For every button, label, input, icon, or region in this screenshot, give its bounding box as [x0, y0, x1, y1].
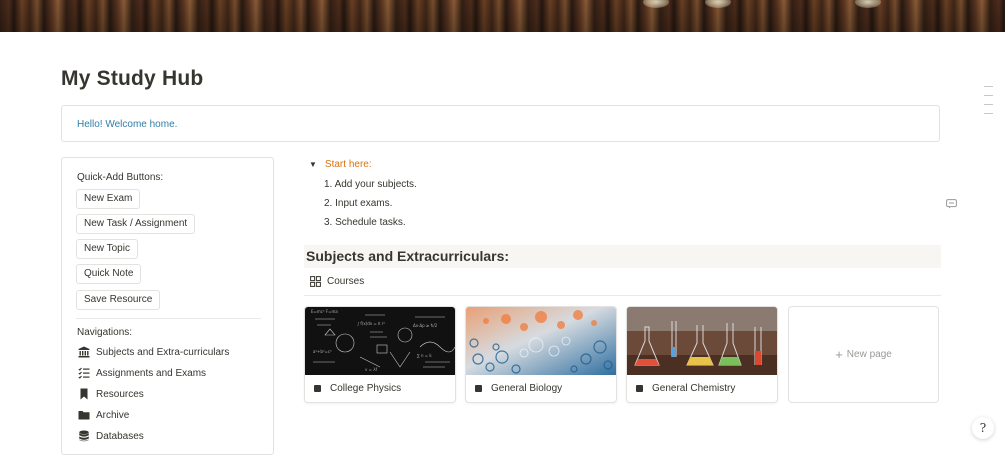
nav-databases-label: Databases — [96, 430, 144, 442]
panel-divider — [76, 318, 261, 319]
help-sigma-icon: ? — [979, 421, 987, 435]
card-title-text: College Physics — [330, 383, 402, 394]
step-item: 2. Input exams. — [324, 198, 393, 209]
save-resource-button[interactable]: Save Resource — [76, 290, 161, 310]
outline-marker[interactable] — [984, 113, 993, 114]
svg-text:v = λf: v = λf — [365, 367, 378, 372]
outline-marker[interactable] — [984, 95, 993, 96]
nav-resources-link[interactable]: Resources — [78, 386, 144, 402]
plus-icon: + — [835, 347, 843, 362]
new-page-card[interactable]: + New page — [788, 306, 939, 403]
new-topic-button[interactable]: New Topic — [76, 239, 138, 259]
new-task-button[interactable]: New Task / Assignment — [76, 214, 196, 234]
card-title-text: General Chemistry — [652, 383, 736, 394]
nav-subjects-link[interactable]: Subjects and Extra-curriculars — [78, 344, 229, 360]
cover-image — [0, 0, 1005, 32]
help-button[interactable]: ? — [972, 417, 994, 439]
page-icon — [475, 385, 482, 392]
card-title: General Biology — [475, 383, 562, 394]
nav-archive-label: Archive — [96, 409, 130, 421]
page-icon — [314, 385, 321, 392]
start-here-label: Start here: — [324, 159, 372, 170]
card-title-text: General Biology — [491, 383, 563, 394]
card-title: General Chemistry — [636, 383, 735, 394]
nav-assignments-label: Assignments and Exams — [96, 367, 207, 379]
courses-view-label: Courses — [327, 276, 365, 287]
nav-archive-link[interactable]: Archive — [78, 407, 129, 423]
welcome-callout: Hello! Welcome home. — [61, 105, 940, 142]
bookmark-icon — [80, 388, 88, 400]
biology-cover-image — [466, 307, 616, 375]
card-title: College Physics — [314, 383, 401, 394]
subjects-heading: Subjects and Extracurriculars: — [304, 245, 941, 268]
course-card-biology[interactable]: General Biology — [465, 306, 617, 403]
chemistry-cover-image — [627, 307, 777, 375]
svg-text:E=mc² F=ma: E=mc² F=ma — [311, 309, 338, 314]
database-icon — [79, 430, 89, 442]
gallery-grid-icon — [310, 276, 321, 287]
step-item: 3. Schedule tasks. — [324, 217, 406, 228]
start-here-toggle[interactable]: ▼ Start here: — [309, 159, 372, 170]
navigations-heading: Navigations: — [77, 327, 133, 338]
quick-add-panel: Quick-Add Buttons: New Exam New Task / A… — [61, 157, 274, 455]
institution-icon — [78, 346, 90, 358]
courses-view-tab[interactable]: Courses — [310, 276, 364, 287]
outline-marker[interactable] — [984, 86, 993, 87]
welcome-text: Hello! Welcome home. — [77, 119, 178, 130]
physics-cover-image: E=mc² F=ma ∫ f(x)dx = π r² Δx·Δp ≥ ħ/2 a… — [305, 307, 455, 375]
view-divider — [304, 295, 941, 296]
svg-text:∑ n = k: ∑ n = k — [417, 353, 432, 358]
quick-add-heading: Quick-Add Buttons: — [77, 172, 164, 183]
svg-text:∫ f(x)dx = π r²: ∫ f(x)dx = π r² — [357, 321, 385, 326]
nav-subjects-label: Subjects and Extra-curriculars — [96, 346, 230, 358]
nav-assignments-link[interactable]: Assignments and Exams — [78, 365, 206, 381]
svg-text:a²+b²=c²: a²+b²=c² — [313, 349, 332, 354]
course-card-chemistry[interactable]: General Chemistry — [626, 306, 778, 403]
new-exam-button[interactable]: New Exam — [76, 189, 141, 209]
new-page-label: New page — [846, 349, 892, 360]
toggle-arrow-icon[interactable]: ▼ — [309, 160, 317, 169]
outline-marker[interactable] — [984, 104, 993, 105]
page-title[interactable]: My Study Hub — [61, 67, 203, 91]
nav-resources-label: Resources — [96, 388, 144, 400]
quick-note-button[interactable]: Quick Note — [76, 264, 142, 284]
folder-icon — [78, 411, 90, 420]
page-icon — [636, 385, 643, 392]
course-card-physics[interactable]: E=mc² F=ma ∫ f(x)dx = π r² Δx·Δp ≥ ħ/2 a… — [304, 306, 456, 403]
checklist-icon — [78, 367, 90, 379]
comment-icon[interactable] — [946, 199, 957, 209]
step-item: 1. Add your subjects. — [324, 179, 417, 190]
svg-text:Δx·Δp ≥ ħ/2: Δx·Δp ≥ ħ/2 — [413, 323, 438, 328]
nav-databases-link[interactable]: Databases — [78, 428, 144, 444]
